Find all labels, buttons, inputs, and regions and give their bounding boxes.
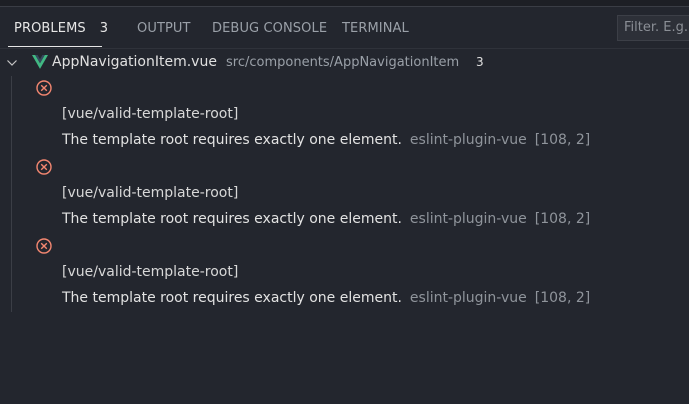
problem-item[interactable]: [vue/valid-template-root] The template r…: [0, 159, 689, 238]
panel-top-border: [0, 0, 689, 7]
error-icon: [36, 159, 52, 175]
problem-source: eslint-plugin-vue: [409, 211, 527, 227]
tab-output[interactable]: OUTPUT: [137, 21, 191, 36]
problem-location: [108, 2]: [534, 132, 591, 148]
chevron-down-icon[interactable]: [6, 57, 18, 69]
problem-message-line: The template root requires exactly one e…: [62, 132, 590, 148]
error-icon: [36, 80, 52, 96]
vue-icon: [32, 55, 48, 69]
problem-rule: [vue/valid-template-root]: [62, 185, 239, 201]
problem-message: The template root requires exactly one e…: [62, 290, 402, 306]
tab-debug-console[interactable]: DEBUG CONSOLE: [212, 21, 327, 36]
tab-terminal[interactable]: TERMINAL: [342, 21, 409, 36]
file-group-row[interactable]: AppNavigationItem.vue src/components/App…: [0, 52, 689, 74]
problem-item[interactable]: [vue/valid-template-root] The template r…: [0, 238, 689, 317]
problem-item[interactable]: [vue/valid-template-root] The template r…: [0, 80, 689, 159]
filter-placeholder: Filter. E.g.:: [624, 20, 689, 35]
error-icon: [36, 238, 52, 254]
problem-message: The template root requires exactly one e…: [62, 132, 402, 148]
tab-problems[interactable]: PROBLEMS 3: [14, 21, 108, 36]
problem-message-line: The template root requires exactly one e…: [62, 290, 590, 306]
problem-message: The template root requires exactly one e…: [62, 211, 402, 227]
tab-problems-label: PROBLEMS: [14, 21, 86, 36]
problem-message-line: The template root requires exactly one e…: [62, 211, 590, 227]
problem-source: eslint-plugin-vue: [409, 290, 527, 306]
file-problem-count-badge: 3: [476, 55, 484, 69]
active-tab-indicator: [8, 46, 102, 47]
tab-output-label: OUTPUT: [137, 21, 191, 36]
file-name: AppNavigationItem.vue: [52, 54, 217, 70]
problems-count-badge: 3: [99, 21, 109, 36]
file-path: src/components/AppNavigationItem: [226, 55, 460, 70]
problems-filter-input[interactable]: Filter. E.g.:: [617, 15, 689, 41]
problem-rule: [vue/valid-template-root]: [62, 106, 239, 122]
problem-location: [108, 2]: [534, 290, 591, 306]
tab-terminal-label: TERMINAL: [342, 21, 409, 36]
tab-debug-console-label: DEBUG CONSOLE: [212, 21, 328, 36]
problem-location: [108, 2]: [534, 211, 591, 227]
problem-rule: [vue/valid-template-root]: [62, 264, 239, 280]
problem-source: eslint-plugin-vue: [409, 132, 527, 148]
panel-tab-bar: PROBLEMS 3 OUTPUT DEBUG CONSOLE TERMINAL …: [0, 10, 689, 49]
